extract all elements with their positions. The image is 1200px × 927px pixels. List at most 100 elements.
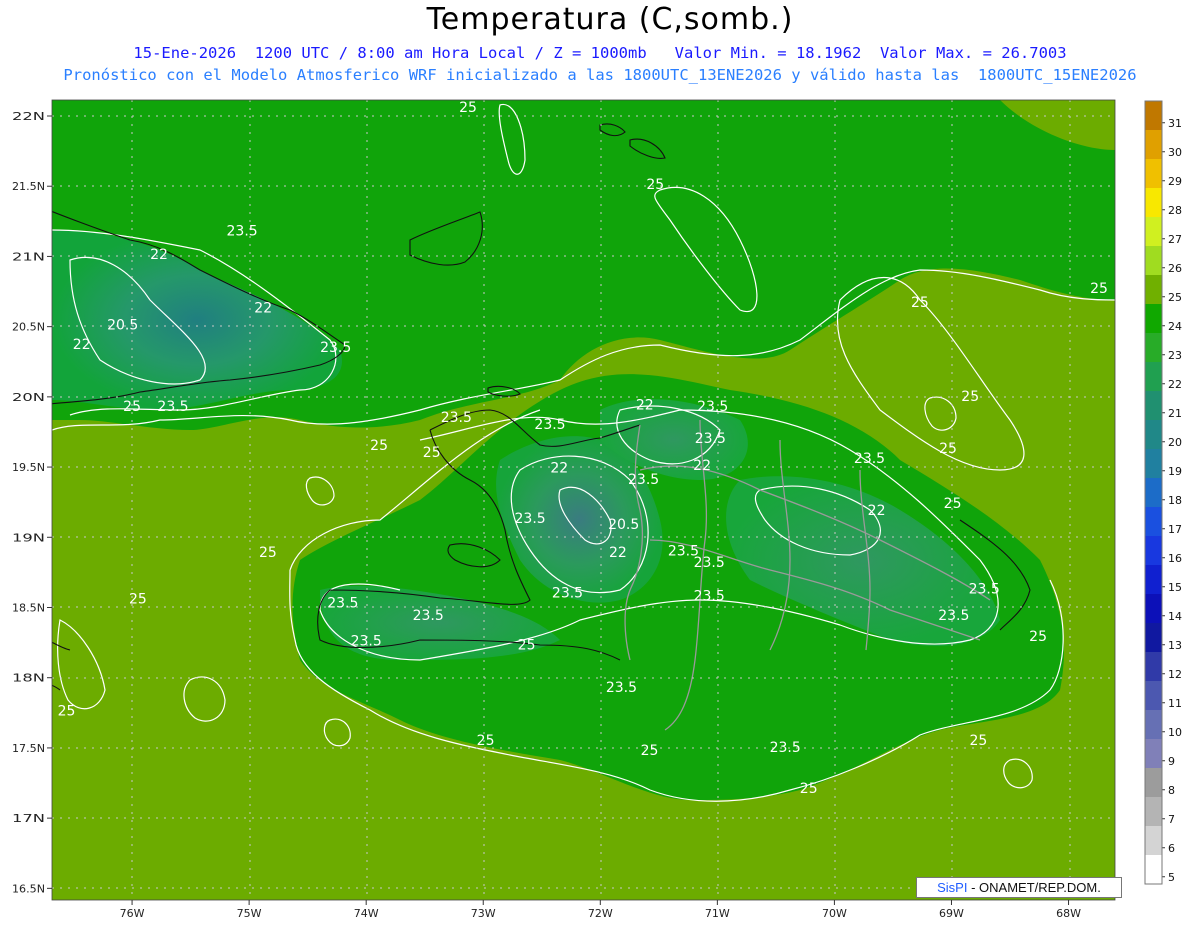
colorbar-level-label: 24	[1168, 320, 1182, 333]
contour-label: 22	[609, 545, 627, 561]
colorbar-level-label: 20	[1168, 436, 1182, 449]
colorbar-swatch	[1145, 420, 1162, 449]
colorbar-swatch	[1145, 855, 1162, 884]
contour-label: 23.5	[441, 410, 472, 426]
contour-label: 23.5	[694, 589, 725, 605]
latitude-axis: 22N 21.5N 21N 20.5N 20N 19.5N 19N 18.5N 18N 17.5N…	[12, 110, 52, 895]
colorbar-swatch	[1145, 101, 1162, 130]
contour-label: 23.5	[606, 680, 637, 696]
credit-text: - ONAMET/REP.DOM.	[967, 880, 1101, 895]
contour-label: 23.5	[515, 511, 546, 527]
lon-tick-label: 69W	[939, 907, 964, 920]
colorbar-level-label: 9	[1168, 755, 1175, 768]
colorbar-level-label: 15	[1168, 581, 1182, 594]
contour-label: 25	[969, 733, 987, 749]
temperature-map: 25 25 23.5 22 22 20.5 22 23.5 25 23.5 25 25 25 25 23.5…	[12, 99, 1182, 920]
contour-label: 22	[73, 337, 91, 353]
lon-tick-label: 75W	[237, 907, 262, 920]
plot-area: 25 25 23.5 22 22 20.5 22 23.5 25 23.5 25 25 25 25 23.5…	[52, 100, 1115, 900]
colorbar-level-label: 30	[1168, 146, 1182, 159]
colorbar-swatch	[1145, 275, 1162, 304]
contour-label: 23.5	[697, 399, 728, 415]
contour-label: 23.5	[157, 399, 188, 415]
colorbar-level-label: 5	[1168, 871, 1175, 884]
colorbar-swatch	[1145, 565, 1162, 594]
colorbar-swatch	[1145, 391, 1162, 420]
colorbar-swatch	[1145, 449, 1162, 478]
colorbar-level-label: 12	[1168, 668, 1182, 681]
colorbar-level-label: 14	[1168, 610, 1182, 623]
colorbar-swatch	[1145, 304, 1162, 333]
contour-label: 23.5	[628, 472, 659, 488]
contour-label: 25	[939, 441, 957, 457]
lat-tick-label: 19.5N	[12, 461, 45, 474]
contour-label: 23.5	[969, 582, 1000, 598]
colorbar-swatch	[1145, 739, 1162, 768]
contour-label: 25	[800, 781, 818, 797]
contour-label: 25	[518, 638, 536, 654]
lat-tick-label: 17.5N	[12, 742, 45, 755]
colorbar: 31 30 29 28 27 26 25 24 23 22 21 20 19 18 17 16 15 14 13 12…	[1144, 100, 1182, 885]
credit-badge: SisPI - ONAMET/REP.DOM.	[916, 877, 1122, 898]
colorbar-swatch	[1145, 710, 1162, 739]
lon-tick-label: 72W	[588, 907, 613, 920]
colorbar-swatch	[1145, 188, 1162, 217]
colorbar-level-label: 22	[1168, 378, 1182, 391]
colorbar-swatch	[1145, 159, 1162, 188]
contour-label: 25	[944, 496, 962, 512]
contour-label: 25	[123, 399, 141, 415]
lat-tick-label: 19N	[12, 531, 45, 544]
colorbar-swatch	[1145, 536, 1162, 565]
colorbar-level-label: 28	[1168, 204, 1182, 217]
contour-label: 23.5	[695, 431, 726, 447]
colorbar-level-label: 29	[1168, 175, 1182, 188]
colorbar-level-label: 17	[1168, 523, 1182, 536]
contour-label: 23.5	[552, 586, 583, 602]
lat-tick-label: 21.5N	[12, 180, 45, 193]
longitude-axis: 76W 75W 74W 73W 72W 71W 70W 69W 68W	[120, 900, 1081, 920]
colorbar-swatch	[1145, 623, 1162, 652]
contour-label: 22	[693, 458, 711, 474]
contour-label: 25	[646, 177, 664, 193]
contour-label: 23.5	[413, 608, 444, 624]
lon-tick-label: 68W	[1056, 907, 1081, 920]
contour-label: 23.5	[534, 417, 565, 433]
colorbar-swatch	[1145, 217, 1162, 246]
colorbar-swatch	[1145, 768, 1162, 797]
contour-label: 25	[58, 704, 76, 720]
colorbar-level-label: 11	[1168, 697, 1182, 710]
colorbar-level-label: 8	[1168, 784, 1175, 797]
colorbar-level-label: 27	[1168, 233, 1182, 246]
lat-tick-label: 16.5N	[12, 882, 45, 895]
colorbar-level-label: 13	[1168, 639, 1182, 652]
colorbar-level-label: 10	[1168, 726, 1182, 739]
sispi-logo-text: SisPI	[937, 880, 968, 895]
contour-label: 25	[1029, 629, 1047, 645]
contour-label: 23.5	[327, 596, 358, 612]
lat-tick-label: 20.5N	[12, 321, 45, 334]
lon-tick-label: 71W	[705, 907, 730, 920]
contour-label: 25	[259, 545, 277, 561]
colorbar-swatch	[1145, 594, 1162, 623]
lon-tick-label: 70W	[822, 907, 847, 920]
contour-label: 25	[477, 733, 495, 749]
lat-tick-label: 22N	[12, 110, 45, 123]
contour-label: 22	[636, 398, 654, 414]
colorbar-swatch	[1145, 130, 1162, 159]
contour-label: 25	[370, 438, 388, 454]
contour-label: 25	[459, 100, 477, 116]
contour-label: 23.5	[227, 223, 258, 239]
colorbar-swatch	[1145, 478, 1162, 507]
contour-label: 25	[911, 295, 929, 311]
colorbar-level-label: 6	[1168, 842, 1175, 855]
contour-label: 23.5	[668, 544, 699, 560]
lon-tick-label: 76W	[120, 907, 145, 920]
colorbar-level-label: 21	[1168, 407, 1182, 420]
colorbar-swatch	[1145, 652, 1162, 681]
contour-label: 22	[550, 461, 568, 477]
colorbar-swatch	[1145, 797, 1162, 826]
colorbar-level-label: 18	[1168, 494, 1182, 507]
contour-label: 22	[868, 503, 886, 519]
contour-label: 22	[150, 247, 168, 263]
contour-label: 25	[129, 591, 147, 607]
